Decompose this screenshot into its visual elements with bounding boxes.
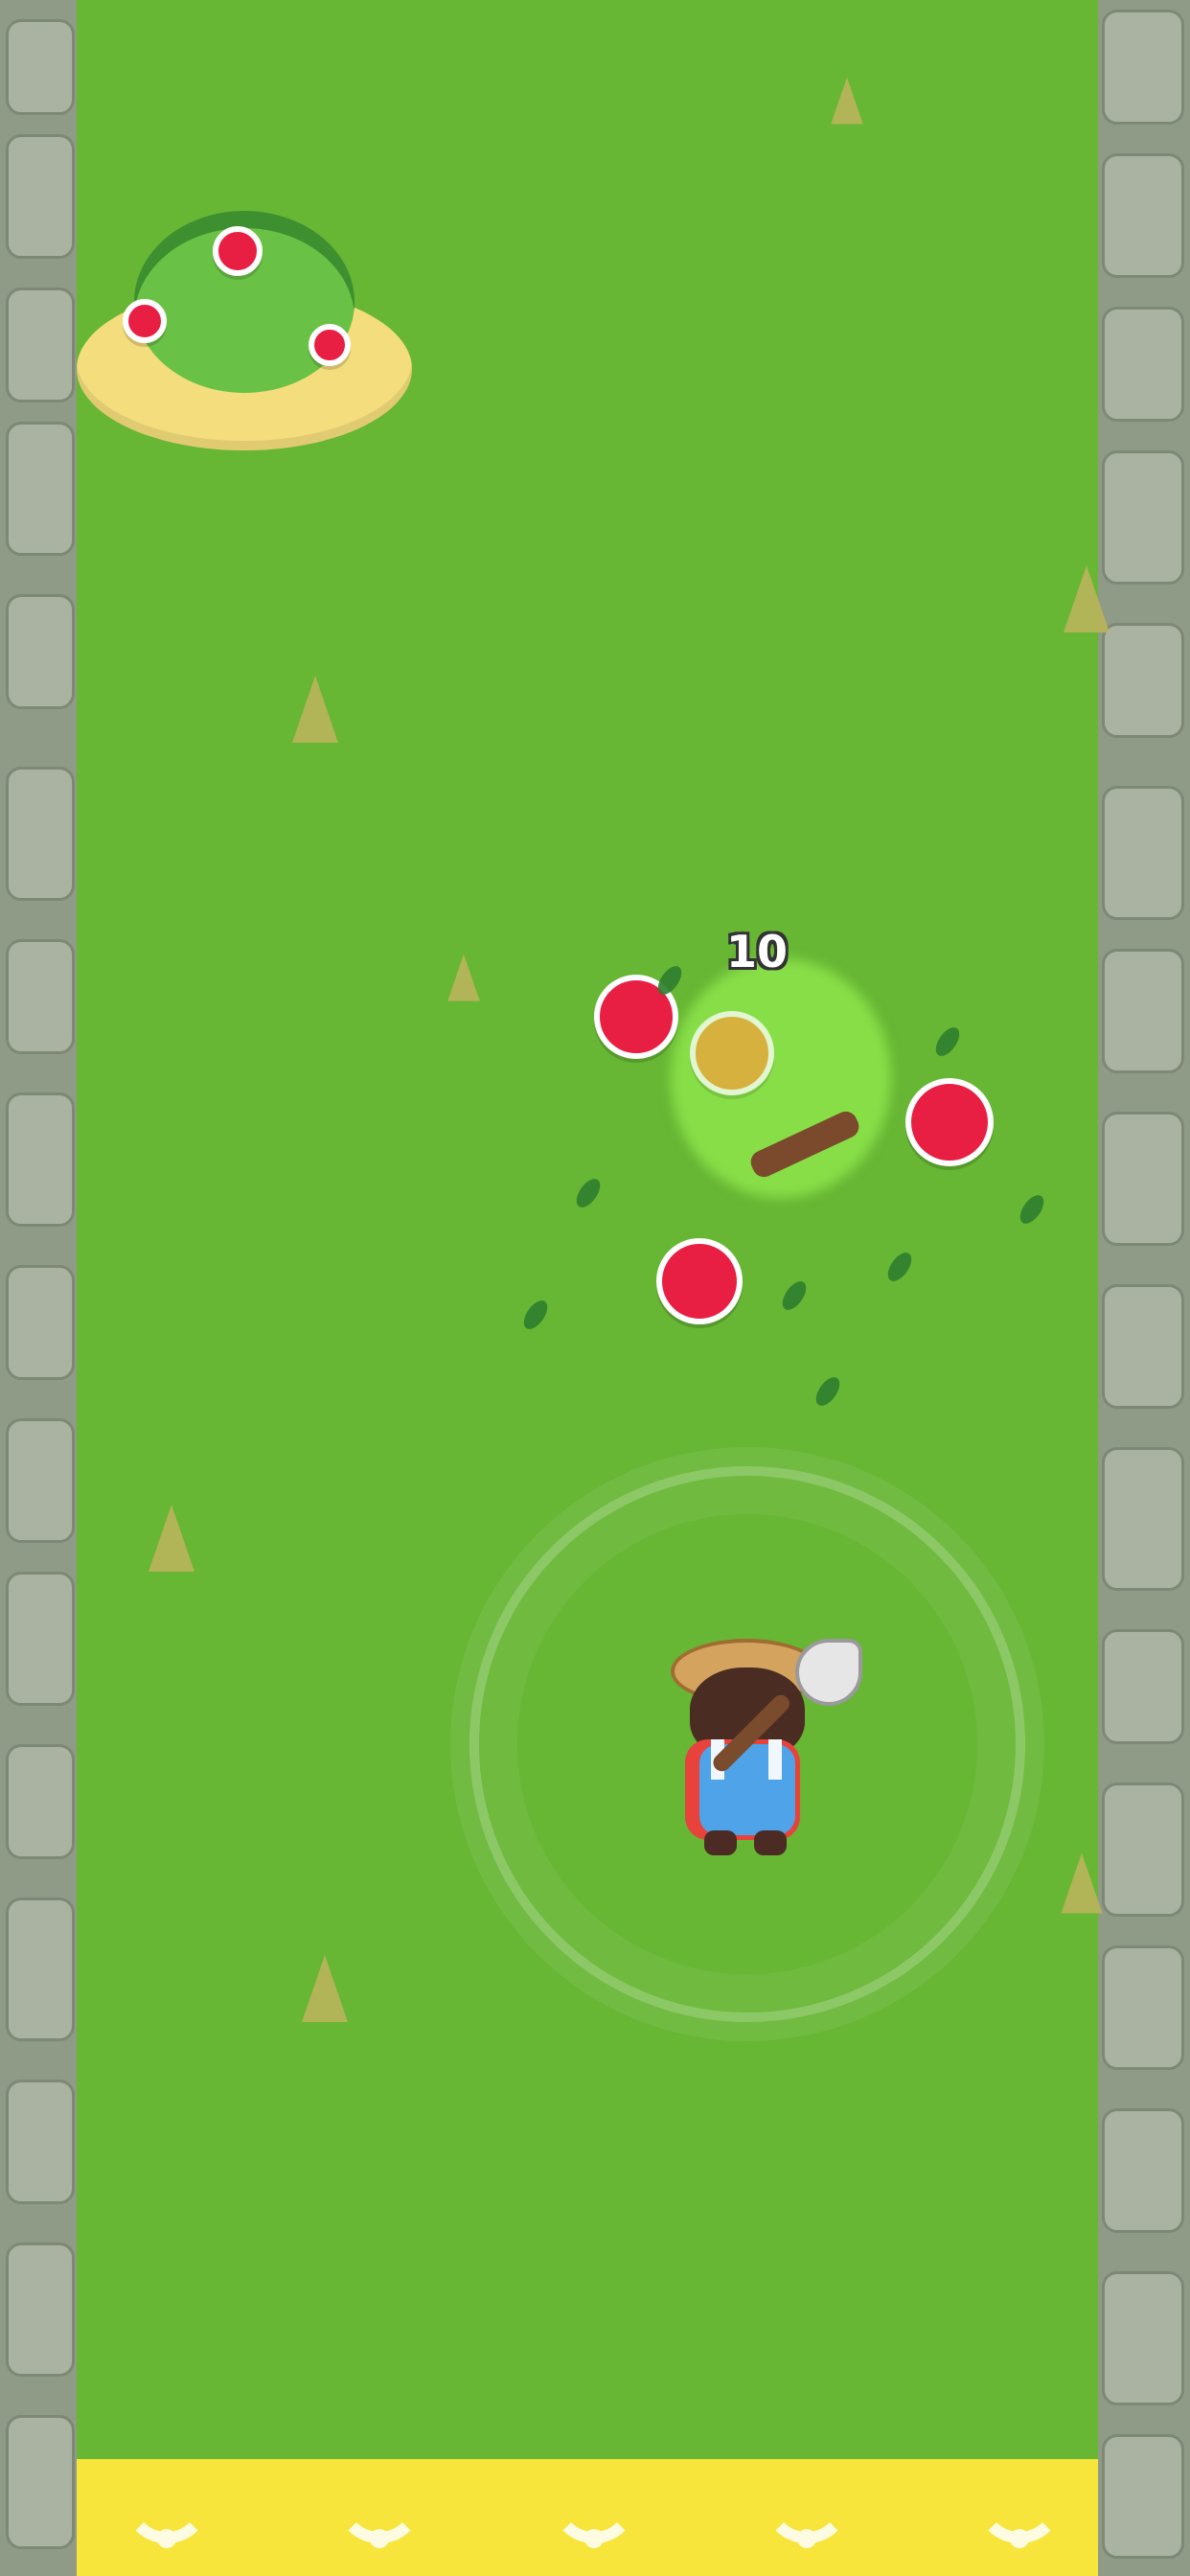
stone-block bbox=[1102, 450, 1184, 585]
stone-block bbox=[6, 1092, 75, 1227]
stone-block bbox=[1102, 1447, 1184, 1591]
chevron-dot bbox=[584, 2529, 604, 2548]
stone-block bbox=[6, 767, 75, 901]
player-shoe bbox=[704, 1830, 737, 1855]
overall-strap bbox=[768, 1739, 782, 1780]
chevron-dot bbox=[797, 2529, 816, 2548]
stone-block bbox=[1102, 1945, 1184, 2070]
berry-on-bush bbox=[309, 324, 351, 366]
stone-block bbox=[1102, 1284, 1184, 1409]
game-field[interactable]: 10 bbox=[0, 0, 1190, 2576]
stone-block bbox=[6, 2242, 75, 2377]
dry-grass-icon bbox=[447, 954, 480, 1001]
chevron-dot bbox=[1010, 2529, 1029, 2548]
leaf-particle bbox=[811, 1372, 845, 1411]
dry-grass-icon bbox=[831, 77, 863, 125]
leaf-particle bbox=[777, 1276, 812, 1315]
stone-block bbox=[1102, 2271, 1184, 2405]
stone-block bbox=[1102, 623, 1184, 738]
chevron-dot bbox=[370, 2529, 389, 2548]
stone-block bbox=[6, 2415, 75, 2549]
stone-block bbox=[1102, 2108, 1184, 2233]
stone-block bbox=[6, 939, 75, 1054]
chevron-up-icon[interactable] bbox=[335, 2499, 423, 2559]
berry-on-bush bbox=[213, 226, 263, 276]
stone-block bbox=[1102, 1112, 1184, 1246]
leaf-particle bbox=[882, 1248, 917, 1286]
stone-block bbox=[1102, 10, 1184, 125]
floating-score: 10 bbox=[725, 926, 788, 978]
dry-grass-icon bbox=[149, 1505, 195, 1572]
leaf-particle bbox=[571, 1174, 606, 1212]
stone-block bbox=[1102, 307, 1184, 422]
stone-block bbox=[6, 1572, 75, 1706]
stone-block bbox=[6, 1265, 75, 1380]
dry-grass-icon bbox=[1064, 565, 1110, 632]
stone-block bbox=[6, 288, 75, 402]
stone-block bbox=[6, 422, 75, 556]
dry-grass-icon bbox=[302, 1955, 348, 2022]
leaf-particle bbox=[1015, 1190, 1049, 1229]
stone-block bbox=[1102, 786, 1184, 920]
player-shoe bbox=[754, 1830, 787, 1855]
stone-block bbox=[6, 594, 75, 709]
chevron-up-icon[interactable] bbox=[550, 2499, 638, 2559]
leaf-particle bbox=[930, 1023, 965, 1061]
stone-block bbox=[6, 19, 75, 115]
axe-icon bbox=[795, 1639, 862, 1706]
stone-block bbox=[1102, 1782, 1184, 1917]
player-character[interactable] bbox=[666, 1639, 862, 1855]
leaf-particle bbox=[518, 1296, 553, 1334]
stone-block bbox=[6, 2080, 75, 2204]
chevron-up-icon[interactable] bbox=[975, 2499, 1064, 2559]
berry-drop[interactable] bbox=[905, 1078, 994, 1166]
stone-block bbox=[1102, 1629, 1184, 1744]
chevron-dot bbox=[157, 2529, 176, 2548]
berry-on-bush bbox=[123, 299, 167, 343]
stone-block bbox=[1102, 949, 1184, 1073]
chevron-up-icon[interactable] bbox=[123, 2499, 211, 2559]
berry-drop[interactable] bbox=[656, 1238, 743, 1324]
stone-block bbox=[6, 134, 75, 259]
dry-grass-icon bbox=[292, 676, 338, 743]
dry-grass-icon bbox=[1061, 1852, 1103, 1914]
chevron-up-icon[interactable] bbox=[763, 2499, 851, 2559]
stone-block bbox=[6, 1744, 75, 1859]
stone-block bbox=[6, 1418, 75, 1543]
stone-block bbox=[1102, 153, 1184, 278]
berry-drop[interactable] bbox=[690, 1011, 774, 1095]
stone-block bbox=[1102, 2434, 1184, 2559]
stone-block bbox=[6, 1898, 75, 2041]
